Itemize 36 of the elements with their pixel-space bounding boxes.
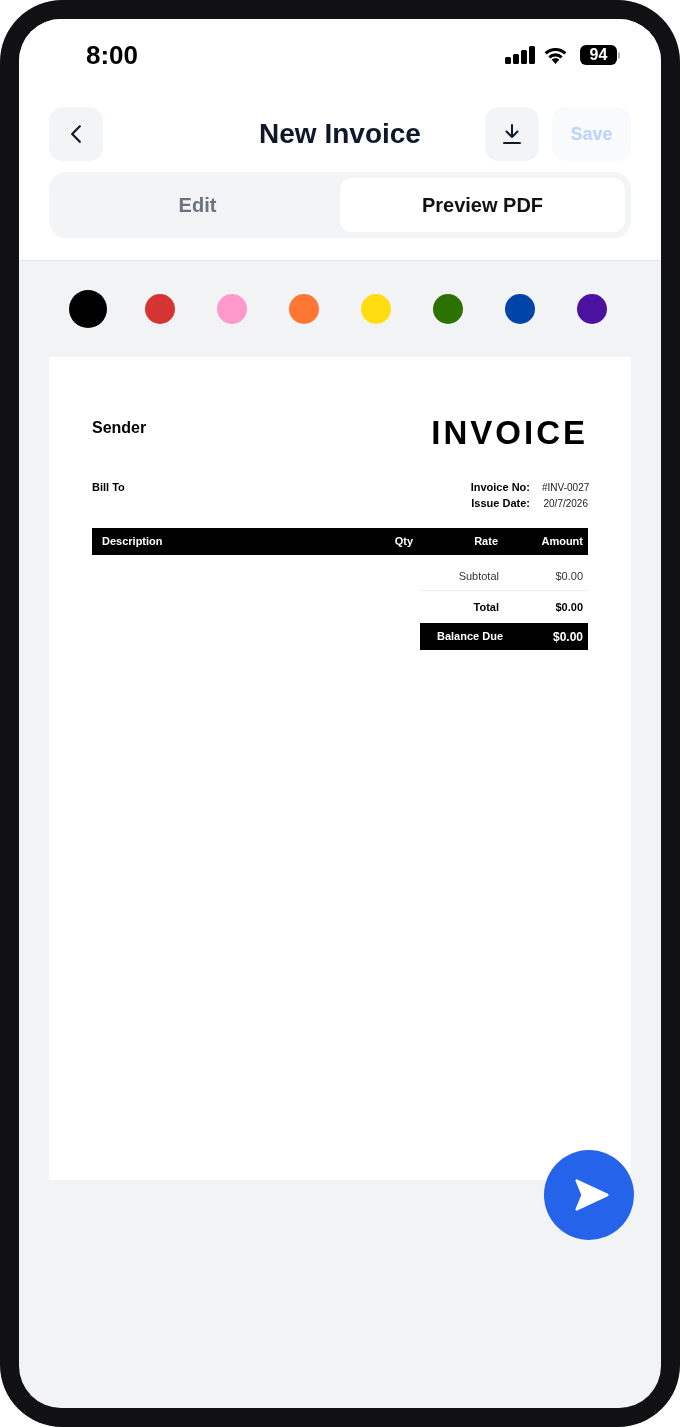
meta-value: #INV-0027 [542,480,588,495]
total-label: Subtotal [457,569,499,585]
meta-value: 20/7/2026 [542,496,588,511]
column-header: Description [101,534,164,550]
column-header: Rate [473,534,498,550]
battery-indicator: 94 [580,45,620,65]
download-button[interactable] [485,107,539,161]
color-swatch[interactable] [433,294,463,324]
color-swatch[interactable] [145,294,175,324]
status-time: 8:00 [86,42,139,68]
download-icon [503,124,521,144]
page-title: New Invoice [259,117,421,151]
tab[interactable]: Preview PDF [340,178,625,232]
back-icon [71,125,81,143]
signal-icon [505,46,535,64]
invoice-title: INVOICE [431,416,588,449]
color-swatch[interactable] [505,294,535,324]
column-header: Qty [393,534,413,550]
column-header: Amount [540,534,584,550]
color-swatch[interactable] [361,294,391,324]
meta-label: Issue Date: [471,495,530,511]
total-value: $0.00 [554,599,584,615]
send-icon [575,1178,609,1212]
color-swatch[interactable] [69,290,107,328]
total-value: $0.00 [554,569,584,585]
color-swatch[interactable] [217,294,247,324]
wifi-icon [543,46,568,64]
balance-due-label: Balance Due [436,629,504,645]
meta-label: Invoice No: [470,479,530,495]
sender-name: Sender [92,420,147,436]
color-swatch[interactable] [577,294,607,324]
bill-to-label: Bill To [92,480,125,495]
balance-due-value: $0.00 [551,628,584,646]
tab[interactable]: Edit [55,178,340,232]
color-swatch[interactable] [289,294,319,324]
total-label: Total [472,599,499,615]
